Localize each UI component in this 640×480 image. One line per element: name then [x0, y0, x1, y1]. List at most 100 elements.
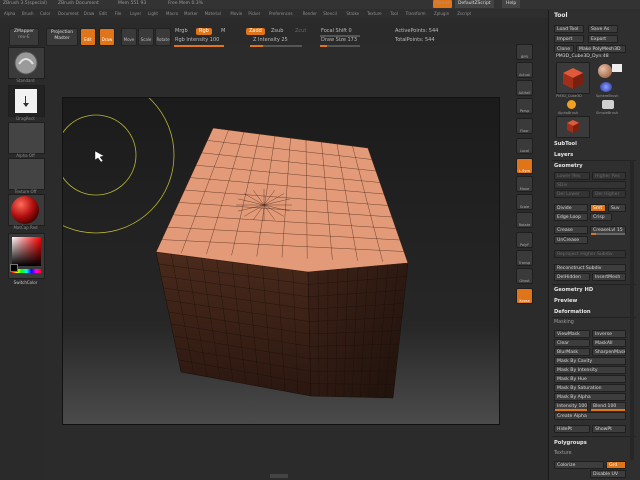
geometry-section[interactable]: Geometry: [554, 163, 583, 169]
color-picker[interactable]: [8, 233, 45, 279]
menu-zplugin[interactable]: Zplugin: [434, 11, 449, 17]
rgb-intensity-slider[interactable]: Rgb Intensity 100: [172, 37, 222, 44]
zadd-button[interactable]: Zadd: [246, 28, 265, 35]
load-tool-button[interactable]: Load Tool: [554, 25, 584, 33]
crease-level-track[interactable]: [591, 233, 625, 235]
grd-toggle[interactable]: Grd: [606, 461, 626, 469]
edit-button[interactable]: Edit: [80, 28, 96, 46]
move-button[interactable]: Move: [121, 28, 137, 46]
menu-transform[interactable]: Transform: [406, 11, 426, 17]
rgb-button[interactable]: Rgb: [196, 28, 212, 35]
polymesh-icon[interactable]: [602, 100, 614, 109]
shelf-floor-button[interactable]: Floor: [516, 118, 533, 134]
menu-file[interactable]: File: [115, 11, 122, 17]
help-button[interactable]: Help: [502, 0, 521, 8]
shelf-aahalf-button[interactable]: AAHalf: [516, 80, 533, 96]
menu-brush[interactable]: Brush: [22, 11, 34, 17]
shelf-local-button[interactable]: Local: [516, 138, 533, 154]
alpha-thumbnail[interactable]: [8, 122, 45, 154]
blend-track[interactable]: [591, 409, 625, 411]
draw-size-track[interactable]: [320, 45, 360, 47]
higher-res-button[interactable]: Higher Res: [592, 172, 626, 180]
texture-thumbnail[interactable]: [8, 158, 45, 190]
del-higher-button[interactable]: Del Higher: [592, 190, 626, 198]
shelf-actual-button[interactable]: Actual: [516, 62, 533, 78]
shelf-transp-button[interactable]: Transp: [516, 250, 533, 266]
palette-scrollbar[interactable]: [630, 160, 634, 460]
texture-section[interactable]: Texture: [554, 451, 572, 456]
sharpen-mask-button[interactable]: SharpenMask: [592, 348, 626, 356]
menu-color[interactable]: Color: [40, 11, 50, 17]
rotate-button[interactable]: Rotate: [155, 28, 171, 46]
projection-master-button[interactable]: Projection Master: [46, 28, 78, 46]
m-button[interactable]: M: [218, 28, 228, 35]
lower-res-button[interactable]: Lower Res: [554, 172, 590, 180]
menu-tool[interactable]: Tool: [390, 11, 398, 17]
z-intensity-track[interactable]: [250, 45, 302, 47]
color-gradient-square[interactable]: [12, 237, 41, 266]
hide-pt-button[interactable]: HidePt: [554, 425, 590, 433]
divide-button[interactable]: Divide: [554, 204, 588, 212]
eraser-brush-icon[interactable]: [567, 100, 576, 109]
menu-texture[interactable]: Texture: [367, 11, 382, 17]
mask-all-button[interactable]: MaskAll: [592, 339, 626, 347]
menu-layer[interactable]: Layer: [130, 11, 141, 17]
menu-light[interactable]: Light: [148, 11, 158, 17]
menu-render[interactable]: Render: [303, 11, 317, 17]
suv-toggle[interactable]: Suv: [608, 204, 626, 212]
secondary-color-swatch[interactable]: [10, 264, 18, 272]
show-pt-button[interactable]: ShowPt: [592, 425, 626, 433]
reconstruct-subdiv-button[interactable]: Reconstruct Subdiv: [554, 264, 626, 272]
zmapper-button[interactable]: ZMapper rev-E: [9, 28, 39, 46]
disable-uv-button[interactable]: Disable UV: [590, 470, 626, 478]
simple-brush-icon[interactable]: [600, 82, 612, 92]
save-as-button[interactable]: Save As: [588, 25, 618, 33]
shelf-polyf-button[interactable]: PolyF: [516, 232, 533, 248]
draw-button[interactable]: Draw: [99, 28, 115, 46]
menu-zscript[interactable]: Zscript: [457, 11, 471, 17]
tool-thumb-cube-small[interactable]: [556, 116, 590, 138]
stroke-thumbnail[interactable]: [8, 85, 45, 117]
export-button[interactable]: Export: [588, 35, 618, 43]
menu-stencil[interactable]: Stencil: [323, 11, 337, 17]
import-button[interactable]: Import: [554, 35, 584, 43]
layers-section[interactable]: Layers: [554, 152, 573, 158]
default-script-button[interactable]: DefaultZScript: [455, 0, 494, 8]
rgb-intensity-track[interactable]: [174, 45, 224, 47]
focal-shift-slider[interactable]: Focal Shift 0: [318, 28, 355, 35]
blur-mask-button[interactable]: BlurMask: [554, 348, 590, 356]
menu-material[interactable]: Material: [205, 11, 221, 17]
tool-thumb-cube[interactable]: [556, 62, 590, 94]
switch-color-button[interactable]: SwitchColor: [8, 280, 43, 285]
mask-by-hue-button[interactable]: Mask By Hue: [554, 375, 626, 383]
preview-section[interactable]: Preview: [554, 298, 577, 304]
clone-button[interactable]: Clone: [554, 45, 574, 53]
del-hidden-button[interactable]: DelHidden: [554, 273, 590, 281]
mrgb-button[interactable]: Mrgb: [172, 28, 191, 35]
menu-document[interactable]: Document: [58, 11, 79, 17]
menu-stroke[interactable]: Stroke: [346, 11, 359, 17]
shelf-scale-button[interactable]: Scale: [516, 194, 533, 210]
shelf-lsym-button[interactable]: L.Sym: [516, 158, 533, 174]
insert-mesh-button[interactable]: InsertMesh: [592, 273, 626, 281]
uncrease-button[interactable]: UnCrease: [554, 236, 588, 244]
reproject-higher-subdiv-button[interactable]: Reproject Higher Subdiv: [554, 250, 626, 258]
deformation-section[interactable]: Deformation: [554, 309, 591, 315]
alpha-brush-icon[interactable]: [612, 64, 622, 72]
masking-section[interactable]: Masking: [554, 320, 574, 325]
shelf-move-button[interactable]: Move: [516, 176, 533, 192]
sdiv-slider[interactable]: SDiv: [554, 181, 626, 189]
tool-palette-header[interactable]: Tool: [554, 12, 568, 19]
menu-picker[interactable]: Picker: [248, 11, 260, 17]
menu-marker[interactable]: Marker: [184, 11, 198, 17]
zcut-button[interactable]: Zcut: [292, 28, 309, 35]
mask-by-alpha-button[interactable]: Mask By Alpha: [554, 393, 626, 401]
crease-button[interactable]: Crease: [554, 226, 588, 234]
shelf-ghost-button[interactable]: Ghost: [516, 268, 533, 284]
draw-size-slider[interactable]: Draw Size 173: [318, 37, 360, 44]
intensity-track[interactable]: [555, 409, 587, 411]
polygroups-section[interactable]: Polygroups: [554, 440, 587, 446]
z-intensity-slider[interactable]: Z Intensity 25: [250, 37, 291, 44]
menu-macro[interactable]: Macro: [166, 11, 178, 17]
make-polymesh-button[interactable]: Make PolyMesh3D: [576, 45, 626, 53]
